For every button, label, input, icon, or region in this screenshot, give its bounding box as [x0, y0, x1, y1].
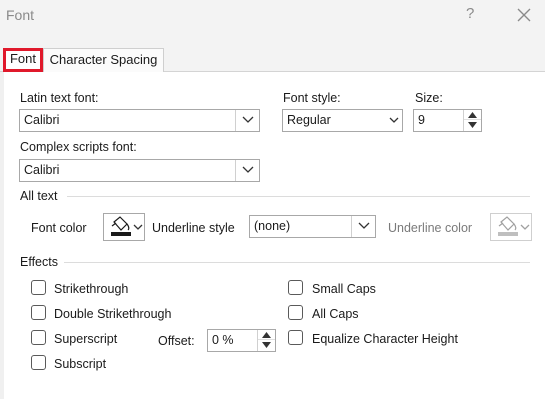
triangle-down-icon	[468, 122, 477, 128]
superscript-label: Superscript	[54, 332, 118, 346]
triangle-down-icon	[262, 342, 271, 348]
underline-color-label: Underline color	[388, 221, 473, 235]
size-decrease-button[interactable]	[464, 120, 481, 130]
superscript-checkbox[interactable]	[31, 330, 46, 345]
font-style-value: Regular	[287, 113, 331, 127]
dialog-titlebar: Font ?	[0, 0, 545, 34]
offset-spinner[interactable]: 0 %	[207, 329, 276, 352]
all-caps-checkbox[interactable]	[288, 305, 303, 320]
double-strikethrough-checkbox[interactable]	[31, 305, 46, 320]
underline-style-label: Underline style	[152, 221, 235, 235]
paint-bucket-icon	[111, 216, 143, 236]
size-increase-button[interactable]	[464, 110, 481, 120]
equalize-height-checkbox[interactable]	[288, 330, 303, 345]
small-caps-checkbox[interactable]	[288, 280, 303, 295]
subscript-checkbox[interactable]	[31, 355, 46, 370]
paint-bucket-icon	[498, 216, 530, 236]
underline-style-dropdown-button[interactable]	[351, 216, 375, 237]
triangle-up-icon	[262, 332, 271, 338]
chevron-down-icon	[389, 117, 399, 123]
all-text-section-label: All text	[20, 189, 58, 203]
size-spin-buttons	[463, 110, 481, 131]
offset-value: 0 %	[212, 333, 234, 347]
tab-font[interactable]: Font	[3, 48, 43, 72]
complex-font-value: Calibri	[24, 163, 60, 177]
effects-divider	[64, 262, 530, 263]
all-text-divider	[67, 196, 530, 197]
offset-label: Offset:	[158, 334, 195, 348]
offset-increase-button[interactable]	[258, 330, 275, 340]
font-color-label: Font color	[31, 221, 87, 235]
double-strikethrough-label: Double Strikethrough	[54, 307, 172, 321]
subscript-label: Subscript	[54, 357, 107, 371]
latin-font-label: Latin text font:	[20, 91, 99, 105]
offset-spin-buttons	[257, 330, 275, 351]
equalize-height-label: Equalize Character Height	[312, 332, 458, 346]
strikethrough-label: Strikethrough	[54, 282, 129, 296]
font-style-combo[interactable]: Regular	[282, 109, 403, 132]
chevron-down-icon	[242, 166, 254, 173]
chevron-down-icon	[242, 116, 254, 123]
size-value: 9	[418, 113, 425, 127]
font-style-dropdown-button[interactable]	[386, 110, 402, 131]
size-spinner[interactable]: 9	[413, 109, 482, 132]
complex-font-dropdown-button[interactable]	[235, 160, 259, 181]
dialog-title: Font	[6, 7, 35, 23]
font-color-button[interactable]	[103, 213, 145, 241]
underline-style-value: (none)	[254, 219, 291, 233]
underline-color-button	[490, 213, 532, 241]
help-icon[interactable]: ?	[466, 5, 474, 22]
complex-font-combo[interactable]: Calibri	[19, 159, 260, 182]
small-caps-label: Small Caps	[312, 282, 376, 296]
complex-font-label: Complex scripts font:	[20, 140, 137, 154]
effects-section-label: Effects	[20, 255, 58, 269]
underline-style-combo[interactable]: (none)	[249, 215, 376, 238]
size-label: Size:	[415, 91, 443, 105]
triangle-up-icon	[468, 112, 477, 118]
all-caps-label: All Caps	[312, 307, 359, 321]
offset-decrease-button[interactable]	[258, 340, 275, 350]
latin-font-dropdown-button[interactable]	[235, 110, 259, 131]
font-style-label: Font style:	[283, 91, 341, 105]
chevron-down-icon	[358, 222, 370, 229]
latin-font-combo[interactable]: Calibri	[19, 109, 260, 132]
strikethrough-checkbox[interactable]	[31, 280, 46, 295]
close-icon[interactable]	[516, 7, 532, 23]
latin-font-value: Calibri	[24, 113, 60, 127]
tab-character-spacing[interactable]: Character Spacing	[43, 48, 164, 73]
